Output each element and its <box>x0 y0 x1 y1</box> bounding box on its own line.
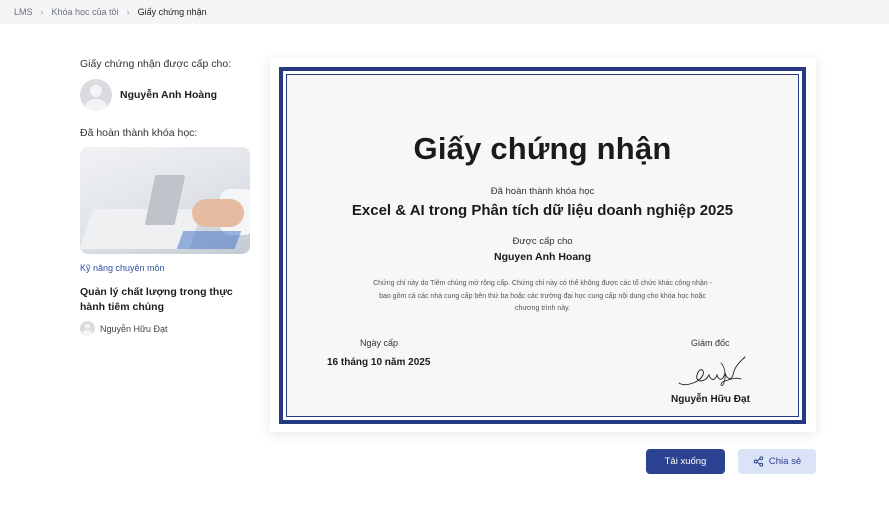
share-icon <box>753 456 764 467</box>
avatar <box>80 79 112 111</box>
certificate-sidebar: Giấy chứng nhận được cấp cho: Nguyễn Anh… <box>80 58 252 336</box>
recipient: Nguyễn Anh Hoàng <box>80 79 252 111</box>
issue-date: 16 tháng 10 năm 2025 <box>327 357 431 368</box>
issue-date-label: Ngày cấp <box>360 338 399 348</box>
certificate-recipient: Nguyen Anh Hoang <box>493 251 592 263</box>
instructor-name: Nguyễn Hữu Đạt <box>100 323 168 334</box>
course-category: Kỹ năng chuyên môn <box>80 263 165 273</box>
certificate-frame: Giấy chứng nhận Đã hoàn thành khóa học E… <box>279 67 806 424</box>
certificate-note: Chứng chỉ này do Tiêm chủng mở rộng cấp.… <box>373 280 712 312</box>
share-button[interactable]: Chia sẻ <box>738 449 816 474</box>
share-button-label: Chia sẻ <box>768 456 802 467</box>
breadcrumb-item-lms[interactable]: LMS <box>14 7 33 17</box>
certificate-awarded-label: Được cấp cho <box>512 236 573 247</box>
course-instructor: Nguyễn Hữu Đạt <box>80 321 252 336</box>
certificate: Giấy chứng nhận Đã hoàn thành khóa học E… <box>270 58 816 432</box>
instructor-avatar <box>80 321 95 336</box>
director-label: Giám đốc <box>691 338 730 348</box>
issued-to-label: Giấy chứng nhận được cấp cho: <box>80 58 232 70</box>
chevron-right-icon: › <box>126 7 130 17</box>
signer-name: Nguyễn Hữu Đạt <box>671 394 750 405</box>
chevron-right-icon: › <box>40 7 44 17</box>
breadcrumb-item-current: Giấy chứng nhận <box>137 7 207 17</box>
download-button[interactable]: Tải xuống <box>646 449 725 474</box>
recipient-name: Nguyễn Anh Hoàng <box>120 89 218 101</box>
breadcrumb: LMS › Khóa học của tôi › Giấy chứng nhận <box>0 0 889 24</box>
certificate-course-name: Excel & AI trong Phân tích dữ liệu doanh… <box>351 202 734 219</box>
signature-image <box>678 356 746 386</box>
completed-course-label: Đã hoàn thành khóa học: <box>80 127 198 139</box>
certificate-body: Giấy chứng nhận Đã hoàn thành khóa học E… <box>286 74 799 417</box>
course-thumbnail[interactable] <box>80 147 250 254</box>
certificate-title: Giấy chứng nhận <box>413 131 672 166</box>
course-title[interactable]: Quản lý chất lượng trong thực hành tiêm … <box>80 285 252 315</box>
certificate-completed-text: Đã hoàn thành khóa học <box>490 186 595 197</box>
breadcrumb-item-my-courses[interactable]: Khóa học của tôi <box>52 7 119 17</box>
